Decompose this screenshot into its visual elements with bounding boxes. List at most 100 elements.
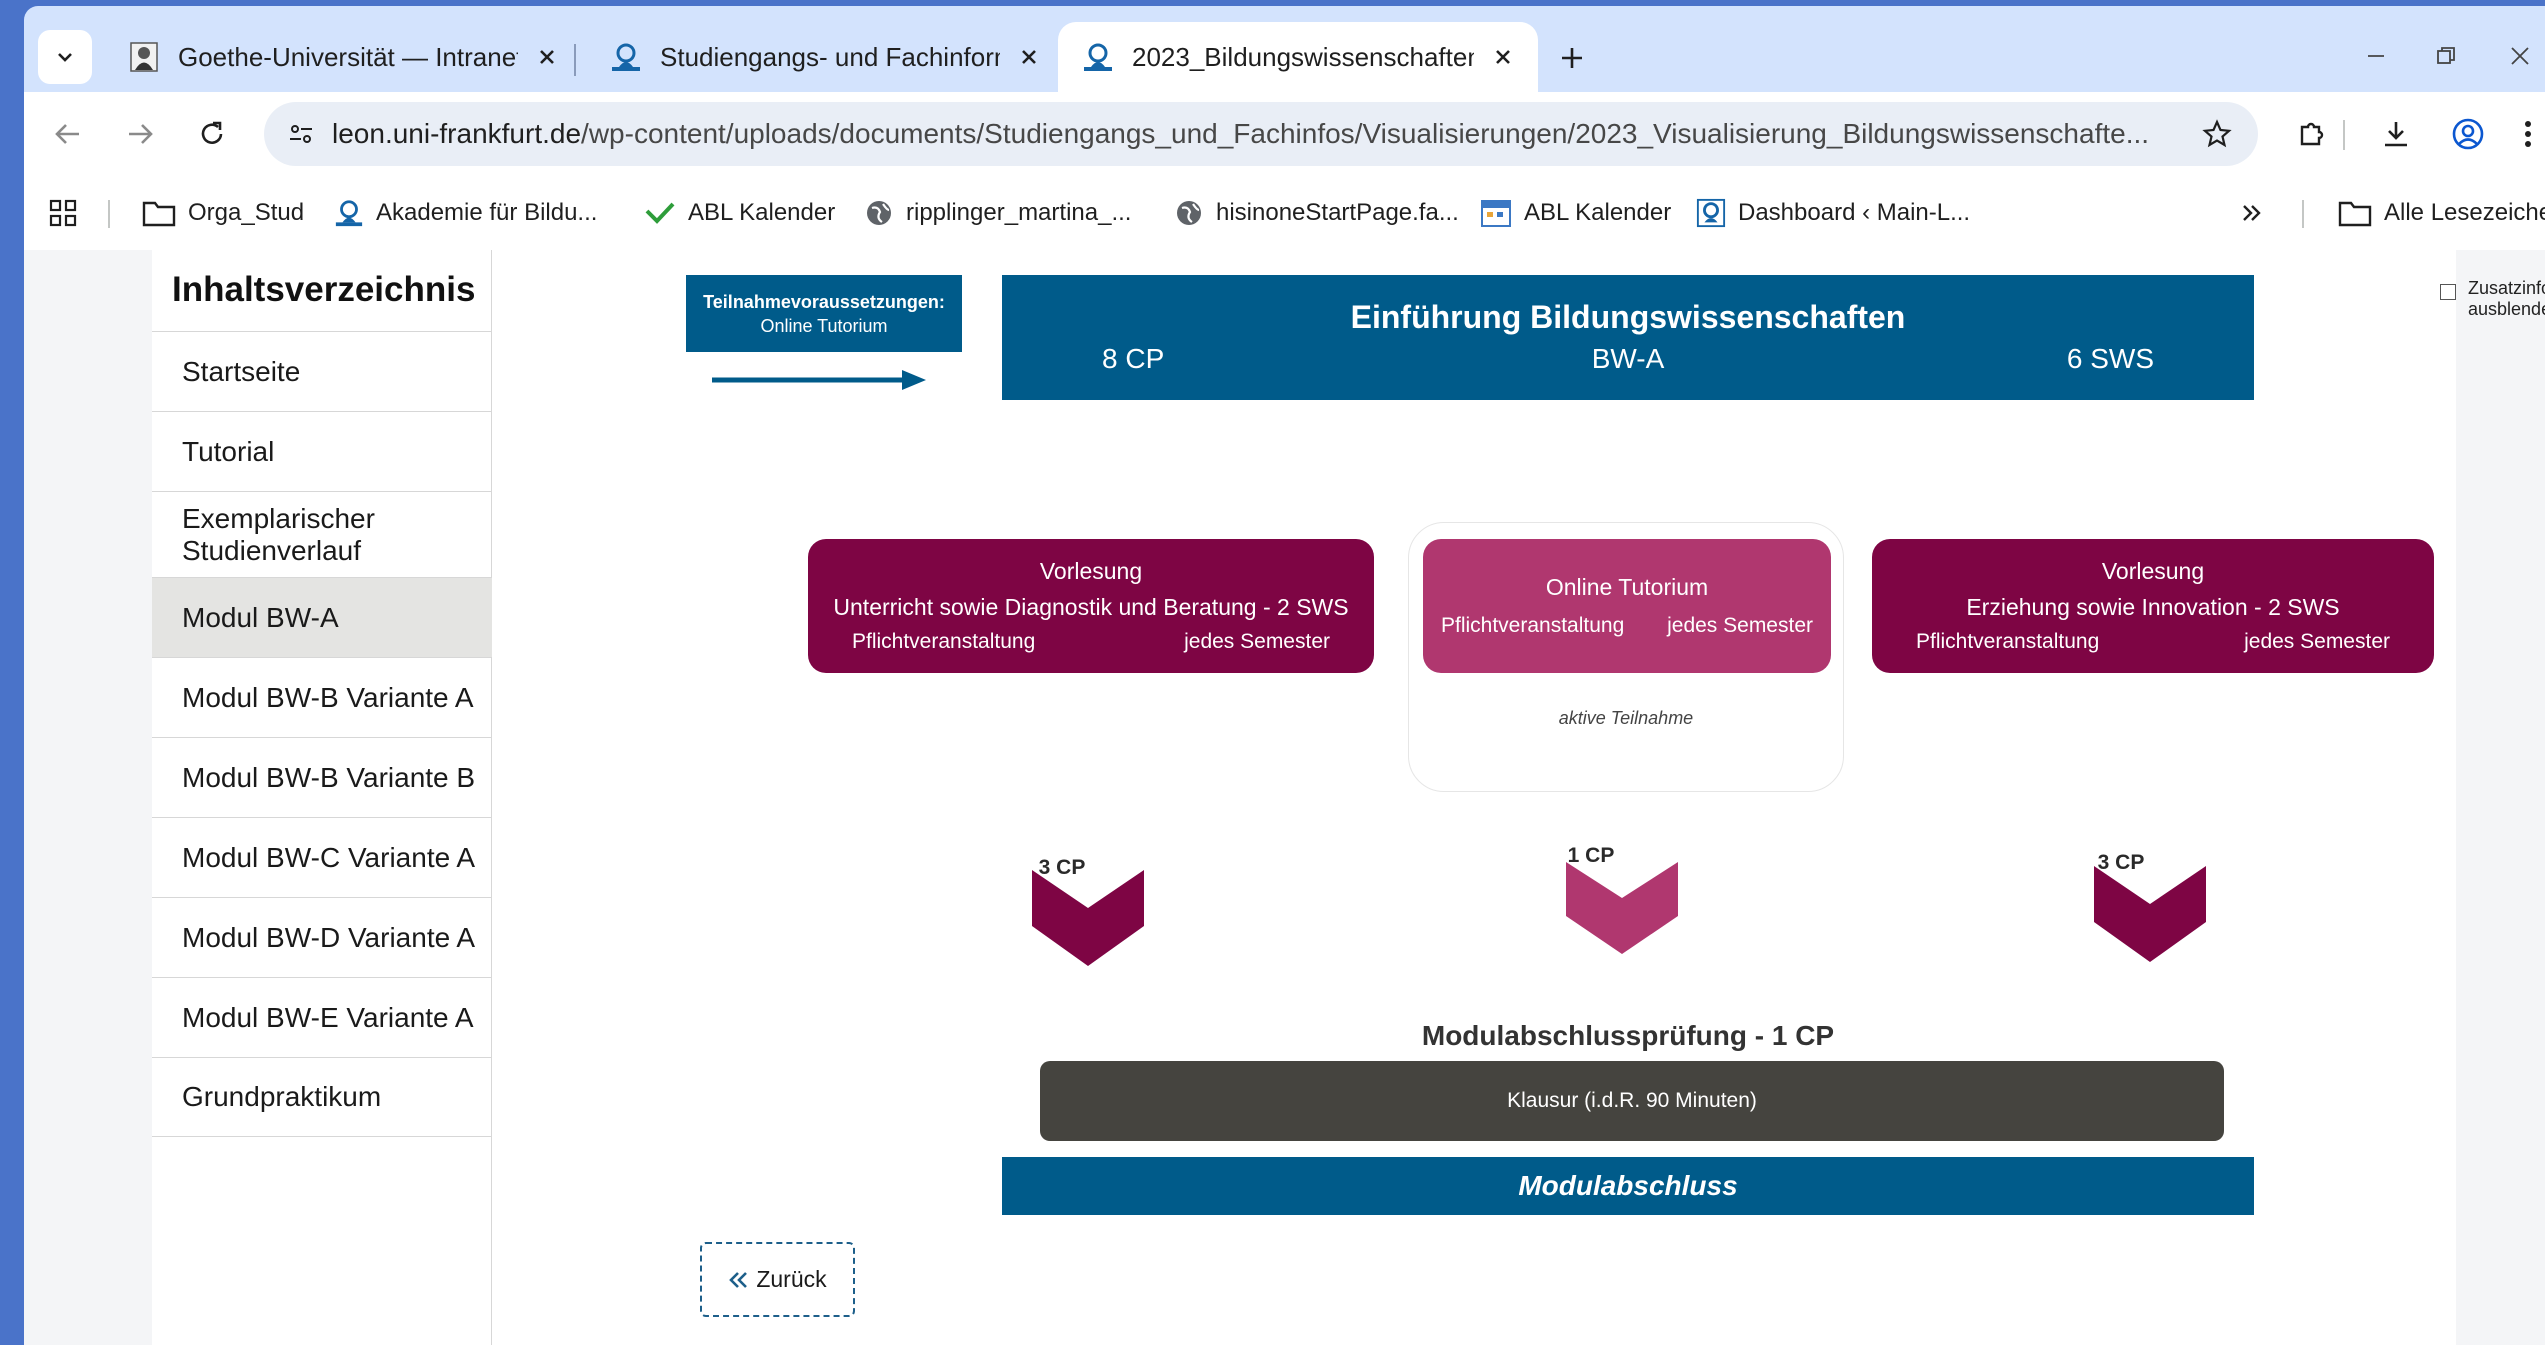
- tab-search-button[interactable]: [38, 30, 92, 84]
- bookmark-ripplinger[interactable]: ripplinger_martina_...: [864, 196, 1131, 230]
- sidebar-item-modul-bw-d-a[interactable]: Modul BW-D Variante A: [152, 897, 492, 977]
- url-text[interactable]: leon.uni-frankfurt.de/wp-content/uploads…: [332, 118, 2190, 150]
- star-icon[interactable]: [2202, 119, 2232, 149]
- tab-studiengangs-info[interactable]: Studiengangs- und Fachinforma: [586, 22, 1064, 92]
- bookmark-hisinone[interactable]: hisinoneStartPage.fa...: [1174, 196, 1459, 230]
- tutorium-note: aktive Teilnahme: [1558, 708, 1694, 728]
- minimize-icon: [2368, 55, 2384, 57]
- bookmark-label: ABL Kalender: [688, 199, 836, 226]
- address-bar[interactable]: leon.uni-frankfurt.de/wp-content/uploads…: [264, 102, 2258, 166]
- calendar-icon: [1481, 200, 1511, 227]
- globe-icon: [867, 201, 891, 225]
- tab-goethe-intranet[interactable]: Goethe-Universität — Intranet d: [104, 22, 582, 92]
- module-header: Einführung Bildungswissenschaften 8 CP B…: [1002, 275, 2254, 400]
- bookmark-label: Dashboard ‹ Main-L...: [1738, 199, 1971, 226]
- course-type: Online Tutorium: [1545, 574, 1709, 600]
- apps-grid-icon: [49, 199, 77, 227]
- bookmark-label: Orga_Stud: [188, 199, 305, 226]
- double-chevron-left-icon: [729, 1271, 748, 1288]
- restore-button[interactable]: [2424, 34, 2468, 78]
- modulabschluss-label: Modulabschluss: [1518, 1170, 1738, 1201]
- sidebar-item-startseite[interactable]: Startseite: [152, 331, 492, 411]
- university-logo-icon: [612, 43, 640, 71]
- profile-button[interactable]: [2444, 110, 2492, 158]
- module-info-row: 8 CP BW-A 6 SWS: [1002, 343, 2254, 383]
- sidebar-item-modul-bw-b-a[interactable]: Modul BW-B Variante A: [152, 657, 492, 737]
- close-icon[interactable]: [530, 40, 564, 74]
- menu-button[interactable]: [2504, 110, 2545, 158]
- all-bookmarks-button[interactable]: Alle Lesezeichen: [2338, 196, 2545, 230]
- bookmark-orga-stud[interactable]: Orga_Stud: [142, 196, 304, 230]
- reload-button[interactable]: [188, 110, 236, 158]
- forward-nav-button[interactable]: [116, 110, 164, 158]
- course-card-vorlesung-2[interactable]: Vorlesung Erziehung sowie Innovation - 2…: [1872, 539, 2434, 673]
- course-card-vorlesung-1[interactable]: Vorlesung Unterricht sowie Diagnostik un…: [808, 539, 1374, 673]
- bookmark-abl-kalender[interactable]: ABL Kalender: [644, 196, 835, 230]
- more-bookmarks-button[interactable]: [2240, 196, 2276, 230]
- sidebar-item-modul-bw-b-b[interactable]: Modul BW-B Variante B: [152, 737, 492, 817]
- toolbar-divider: [2343, 120, 2345, 150]
- chevron-down-icon: [1032, 870, 1144, 966]
- course-card-online-tutorium[interactable]: Online Tutorium Pflichtveranstaltung jed…: [1423, 539, 1831, 673]
- puzzle-icon: [2300, 122, 2324, 146]
- module-title: Einführung Bildungswissenschaften: [1350, 299, 1906, 335]
- reload-icon: [201, 121, 223, 144]
- minimize-button[interactable]: [2354, 34, 2398, 78]
- university-logo-icon: [335, 200, 363, 227]
- sidebar-item-label: Modul BW-D Variante A: [182, 921, 476, 953]
- back-button[interactable]: Zurück: [700, 1242, 855, 1317]
- downloads-button[interactable]: [2372, 110, 2420, 158]
- tab-title: Studiengangs- und Fachinforma: [660, 41, 1000, 72]
- sidebar-item-grundpraktikum[interactable]: Grundpraktikum: [152, 1057, 492, 1137]
- university-logo-icon: [1084, 43, 1112, 71]
- chevron-down-icon: [1566, 862, 1678, 954]
- bookmark-abl-kalender-2[interactable]: ABL Kalender: [1480, 196, 1671, 230]
- sidebar-item-label: Grundpraktikum: [182, 1081, 382, 1112]
- tab-bar: Goethe-Universität — Intranet d Studieng…: [24, 6, 2545, 92]
- tab-bildungswissenschaften[interactable]: 2023_Bildungswissenschaften-L: [1058, 22, 1538, 92]
- page-viewport: Inhaltsverzeichnis Startseite Tutorial E…: [24, 250, 2545, 1345]
- extensions-button[interactable]: [2288, 110, 2336, 158]
- chevron-down-icon: [58, 53, 72, 62]
- bookmark-separator: [108, 200, 110, 228]
- back-nav-button[interactable]: [44, 110, 92, 158]
- zusatzinfos-toggle[interactable]: Zusatzinfos ausblenden: [2440, 278, 2545, 320]
- exam-box: Klausur (i.d.R. 90 Minuten): [1040, 1061, 2224, 1141]
- more-vert-icon: [2525, 121, 2531, 147]
- course-name: Unterricht sowie Diagnostik und Beratung…: [833, 594, 1349, 620]
- course-obligation: Pflichtveranstaltung: [1441, 614, 1625, 637]
- sidebar-item-modul-bw-a[interactable]: Modul BW-A: [152, 577, 492, 657]
- prerequisite-title: Teilnahmevoraussetzungen:: [703, 291, 945, 312]
- close-window-button[interactable]: [2498, 34, 2542, 78]
- sidebar-item-studienverlauf[interactable]: Exemplarischer Studienverlauf: [152, 491, 492, 577]
- browser-toolbar: leon.uni-frankfurt.de/wp-content/uploads…: [24, 92, 2545, 176]
- bookmark-akademie[interactable]: Akademie für Bildu...: [334, 196, 597, 230]
- exam-title: Modulabschlussprüfung - 1 CP: [1421, 1020, 1835, 1051]
- arrow-right-icon: [129, 124, 153, 144]
- zusatzinfos-checkbox[interactable]: [2440, 284, 2456, 300]
- checkmark-icon: [645, 202, 675, 224]
- sidebar-item-modul-bw-c-a[interactable]: Modul BW-C Variante A: [152, 817, 492, 897]
- bookmark-label: hisinoneStartPage.fa...: [1216, 199, 1459, 226]
- close-icon[interactable]: [1012, 40, 1046, 74]
- close-icon[interactable]: [1486, 40, 1520, 74]
- globe-icon: [1177, 201, 1201, 225]
- prerequisite-box: Teilnahmevoraussetzungen: Online Tutoriu…: [686, 275, 962, 352]
- new-tab-button[interactable]: [1550, 36, 1594, 80]
- url-path: /wp-content/uploads/documents/Studiengan…: [581, 118, 2150, 149]
- bookmark-label: ripplinger_martina_...: [906, 199, 1132, 226]
- sidebar-item-label: Modul BW-A: [182, 601, 339, 633]
- content-area: Inhaltsverzeichnis Startseite Tutorial E…: [152, 250, 2545, 1345]
- arrow-right-icon: [712, 370, 926, 390]
- restore-icon: [2437, 47, 2455, 64]
- sidebar-title: Inhaltsverzeichnis: [172, 270, 476, 309]
- apps-button[interactable]: [48, 196, 90, 230]
- course-name: Erziehung sowie Innovation - 2 SWS: [1966, 594, 2340, 620]
- bookmarks-bar: Orga_Stud Akademie für Bildu... ABL Kale…: [24, 176, 2545, 250]
- bookmark-dashboard[interactable]: Dashboard ‹ Main-L...: [1696, 196, 1970, 230]
- sidebar-item-modul-bw-e-a[interactable]: Modul BW-E Variante A: [152, 977, 492, 1057]
- site-settings-icon[interactable]: [286, 119, 316, 149]
- course-type: Vorlesung: [2101, 558, 2205, 584]
- sidebar-item-tutorial[interactable]: Tutorial: [152, 411, 492, 491]
- tab-separator: [574, 44, 576, 76]
